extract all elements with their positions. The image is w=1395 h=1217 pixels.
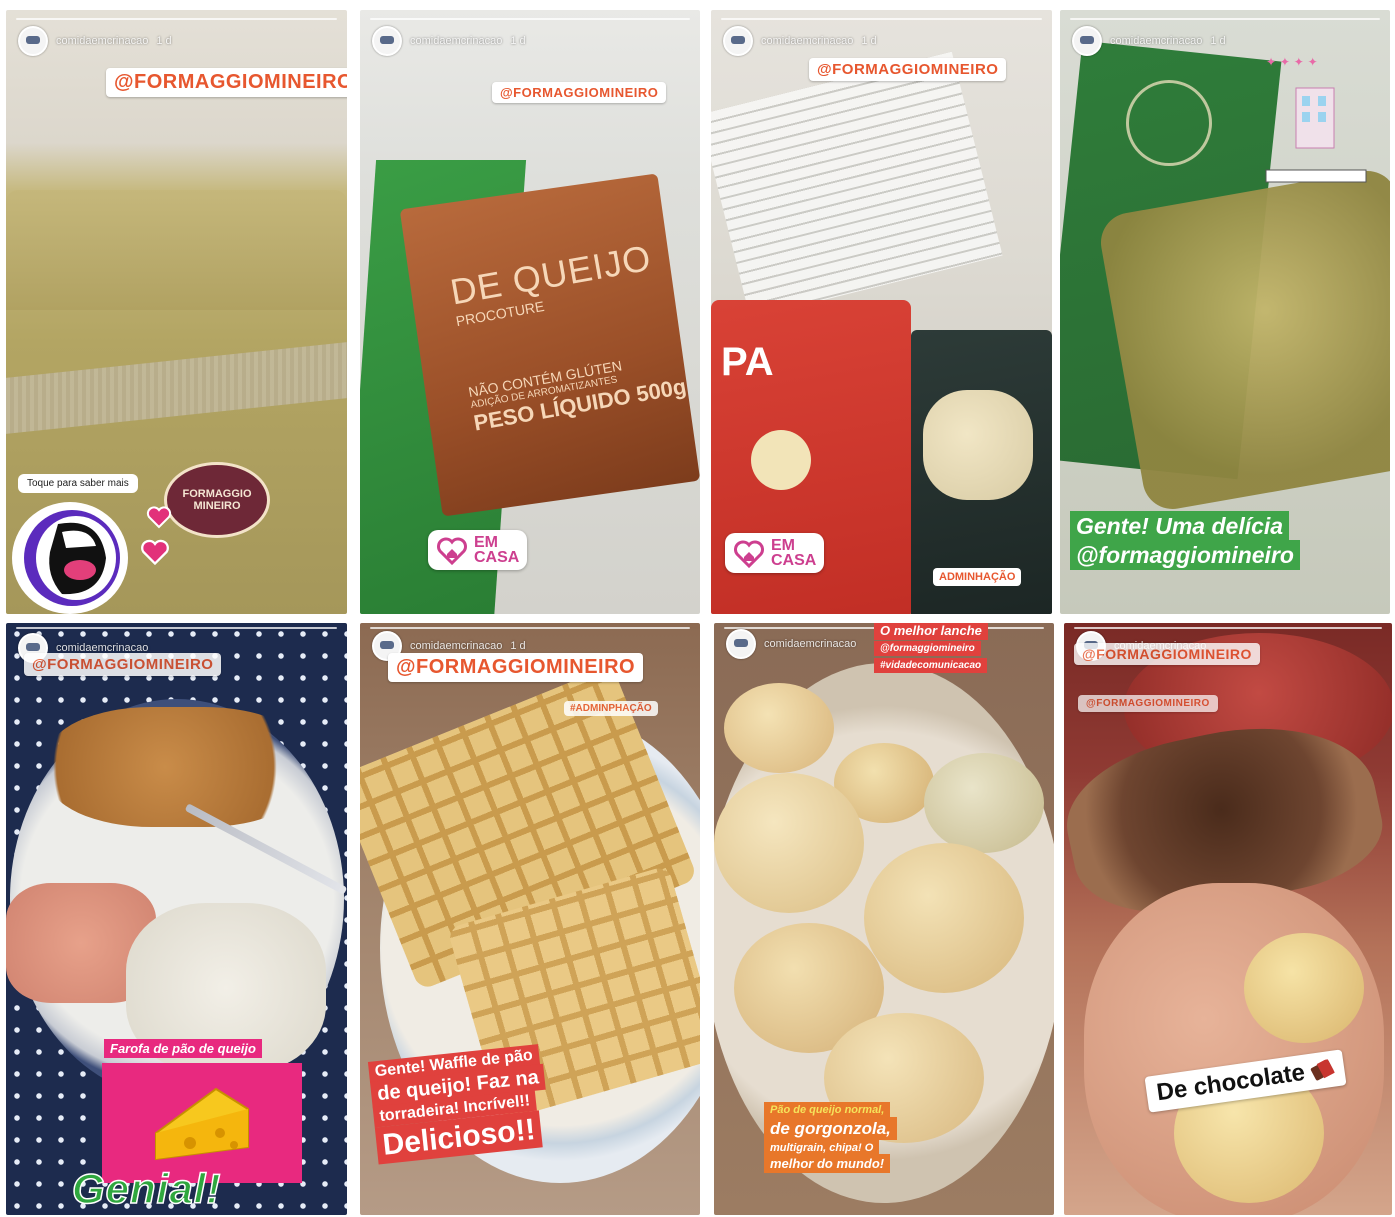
username[interactable]: comidaemcrinacao [761, 35, 853, 47]
story-progress-bar [370, 627, 690, 629]
brand-logo-text: FORMAGGIO MINEIRO [182, 487, 252, 512]
mention-sticker[interactable]: @FORMAGGIOMINEIRO [1074, 643, 1260, 665]
story-panel-7[interactable]: comidaemcrinacao O melhor lanche @formag… [714, 623, 1054, 1215]
receipt-paper [711, 51, 1003, 319]
house-heart-icon [437, 537, 467, 566]
caption-small-label: Farofa de pão de queijo [104, 1039, 262, 1058]
post-time: 1 d [510, 640, 526, 652]
mention-sticker-small[interactable]: @FORMAGGIOMINEIRO [1078, 695, 1218, 712]
em-casa-sticker[interactable]: EM CASA [725, 533, 825, 573]
svg-text:✦ ✦ ✦ ✦: ✦ ✦ ✦ ✦ [1266, 55, 1318, 69]
story-progress-bar [16, 18, 337, 20]
farofa [48, 707, 308, 827]
em-casa-sticker[interactable]: EM CASA [428, 530, 528, 570]
username[interactable]: comidaemcrinacao [410, 35, 502, 47]
cheese-bread-small-1 [1244, 933, 1364, 1043]
hashtag-sticker[interactable]: ADMINHAÇÃO [933, 568, 1022, 586]
story-header: comidaemcrinacao 1 d [372, 26, 526, 56]
username[interactable]: comidaemcrinacao [764, 638, 856, 650]
avatar[interactable] [1072, 26, 1102, 56]
stories-collage: comidaemcrinacao 1 d @FORMAGGIOMINEIRO T… [0, 0, 1395, 1217]
username[interactable]: comidaemcrinacao [56, 35, 148, 47]
brand-logo-sticker: FORMAGGIO MINEIRO [164, 462, 270, 538]
avatar[interactable] [372, 26, 402, 56]
caption-line: O melhor lanche [874, 623, 988, 640]
story-progress-bar [370, 18, 690, 20]
mention-sticker[interactable]: @FORMAGGIOMINEIRO [492, 82, 667, 103]
story-panel-6[interactable]: comidaemcrinacao 1 d @FORMAGGIOMINEIRO #… [360, 623, 700, 1215]
story-panel-8[interactable]: comidaemcrinacao @FORMAGGIOMINEIRO @FORM… [1064, 623, 1392, 1215]
mention-sticker[interactable]: @FORMAGGIOMINEIRO [24, 653, 222, 676]
tap-hint-label: Toque para saber mais [27, 478, 129, 489]
mention-sticker[interactable]: @FORMAGGIOMINEIRO [106, 68, 347, 97]
heart-icon [141, 539, 169, 566]
story-panel-2[interactable]: DE QUEIJO PROCOTURE NÃO CONTÉM GLÚTEN AD… [360, 10, 700, 614]
cheese-bread-ball [751, 430, 811, 490]
package-yellow-label [1096, 166, 1390, 514]
cheese-bread-1 [724, 683, 834, 773]
tap-hint-bubble[interactable]: Toque para saber mais [18, 474, 138, 493]
story-panel-1[interactable]: comidaemcrinacao 1 d @FORMAGGIOMINEIRO T… [6, 10, 347, 614]
brand-seal [1126, 80, 1212, 166]
caption-mention[interactable]: @formaggiomineiro [874, 641, 981, 657]
caption-line: Pão de queijo normal, [764, 1102, 891, 1118]
hashtag-sticker[interactable]: #ADMINPHAÇÃO [564, 701, 658, 716]
avatar[interactable] [723, 26, 753, 56]
em-casa-label: EM CASA [474, 533, 520, 566]
mention-sticker[interactable]: @FORMAGGIOMINEIRO [388, 653, 644, 682]
story-panel-4[interactable]: ✦ ✦ ✦ ✦ comidaemcrinacao 1 d Gente! Uma … [1060, 10, 1390, 614]
post-time: 1 d [861, 35, 877, 47]
hashtag-label: ADMINHAÇÃO [939, 571, 1016, 583]
caption-line: melhor do mundo! [764, 1153, 891, 1173]
cheese-bread-3 [924, 753, 1044, 853]
caption-top: O melhor lanche @formaggiomineiro #vidad… [874, 623, 988, 673]
username[interactable]: comidaemcrinacao [1110, 35, 1202, 47]
story-panel-5[interactable]: comidaemcrinacao @FORMAGGIOMINEIRO Farof… [6, 623, 347, 1215]
package-red-text: PA [721, 340, 774, 384]
open-mouth-icon [12, 502, 128, 614]
post-time: 1 d [1210, 35, 1226, 47]
heart-icon [146, 506, 172, 529]
cheese-bread-4 [714, 773, 864, 913]
mention-sticker[interactable]: @FORMAGGIOMINEIRO [809, 58, 1007, 81]
hashtag-label: #ADMINPHAÇÃO [570, 703, 652, 714]
username[interactable]: comidaemcrinacao [410, 640, 502, 652]
avatar[interactable] [18, 26, 48, 56]
caption-hashtag[interactable]: #vidadecomunicacao [874, 657, 988, 673]
cheese-bread-cluster [923, 390, 1033, 500]
story-progress-bar [1070, 18, 1380, 20]
em-casa-label: EM CASA [771, 536, 817, 569]
caption-big: Genial! [71, 1164, 222, 1213]
story-progress-bar [1074, 627, 1382, 629]
story-caption: Gente! Uma delícia @formaggiomineiro [1070, 511, 1300, 570]
caption-small: Farofa de pão de queijo [104, 1039, 262, 1058]
house-heart-icon [734, 540, 764, 569]
caption-line: de gorgonzola, [764, 1116, 897, 1140]
cooler-bag-lid [6, 190, 347, 310]
story-progress-bar [16, 627, 337, 629]
post-time: 1 d [510, 35, 526, 47]
story-header: comidaemcrinacao [726, 629, 856, 659]
city-sticker-icon: ✦ ✦ ✦ ✦ [1265, 55, 1367, 183]
post-time: 1 d [156, 35, 172, 47]
story-caption: Gente! Waffle de pão de queijo! Faz na t… [367, 1044, 552, 1165]
story-header: comidaemcrinacao 1 d [1072, 26, 1226, 56]
story-progress-bar [721, 18, 1042, 20]
story-panel-3[interactable]: PA comidaemcrinacao 1 d @FORMAGGIOMINEIR… [711, 10, 1052, 614]
caption-bottom: Pão de queijo normal, de gorgonzola, mul… [764, 1101, 897, 1173]
caption-line: Gente! Uma delícia [1070, 511, 1290, 541]
cheese-icon [155, 1087, 249, 1161]
cheese-bread-5 [864, 843, 1024, 993]
chocolate-icon [1311, 1058, 1336, 1081]
story-header: comidaemcrinacao 1 d [723, 26, 877, 56]
cooler-bag-strap [6, 342, 347, 434]
story-header: comidaemcrinacao 1 d [18, 26, 172, 56]
avatar[interactable] [726, 629, 756, 659]
caption-mention[interactable]: @formaggiomineiro [1070, 539, 1300, 570]
